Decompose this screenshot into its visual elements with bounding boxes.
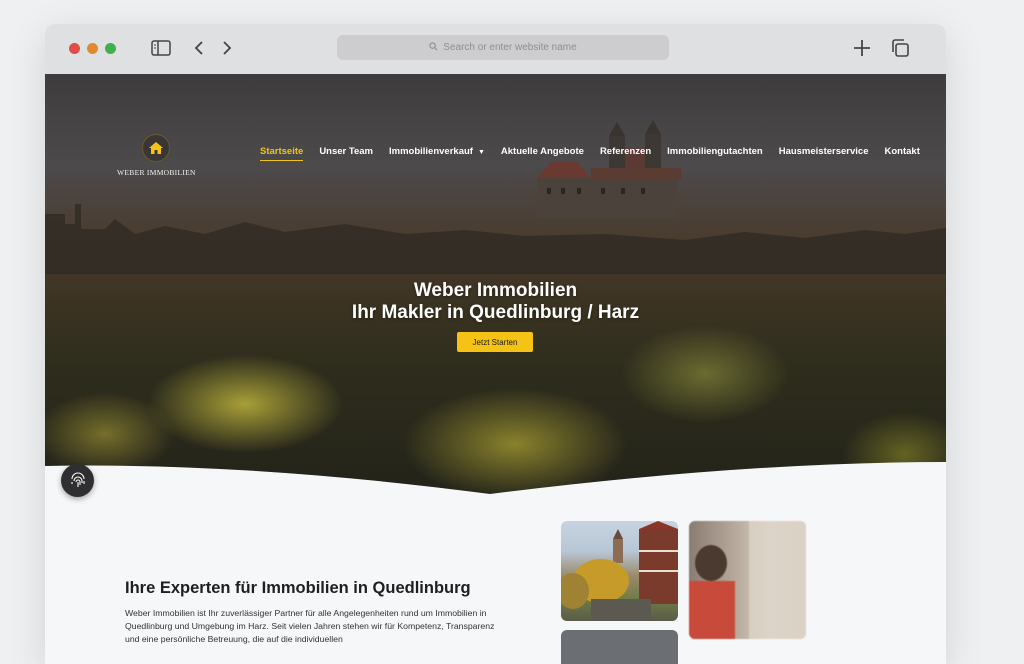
search-icon <box>429 41 438 54</box>
browser-toolbar: Search or enter website name <box>45 24 946 75</box>
minimize-window-button[interactable] <box>87 43 98 54</box>
nav-item-hausmeisterservice[interactable]: Hausmeisterservice <box>779 146 869 161</box>
maximize-window-button[interactable] <box>105 43 116 54</box>
address-bar[interactable]: Search or enter website name <box>337 35 669 60</box>
tabs-icon[interactable] <box>891 39 909 62</box>
castle-silhouette <box>537 120 681 218</box>
close-window-button[interactable] <box>69 43 80 54</box>
nav-item-referenzen[interactable]: Referenzen <box>600 146 651 161</box>
nav-item-immobilienverkauf[interactable]: Immobilienverkauf ▼ <box>389 146 485 161</box>
sidebar-icon[interactable] <box>151 40 171 61</box>
third-photo <box>561 630 678 664</box>
logo-text: WEBER IMMOBILIEN <box>117 168 196 177</box>
house-icon <box>142 134 170 162</box>
browser-window: Search or enter website name WEBER IMMOB… <box>45 24 946 664</box>
skyline-silhouette <box>45 204 946 274</box>
town-illustration <box>561 521 678 621</box>
hero-title: Weber Immobilien Ihr Makler in Quedlinbu… <box>45 280 946 324</box>
nav-item-unser-team[interactable]: Unser Team <box>319 146 373 161</box>
hero-title-line2: Ihr Makler in Quedlinburg / Harz <box>351 302 640 323</box>
new-tab-icon[interactable] <box>853 39 871 62</box>
section-heading: Ihre Experten für Immobilien in Quedlinb… <box>125 579 471 597</box>
quedlinburg-photo <box>561 521 678 621</box>
fingerprint-icon[interactable] <box>61 464 94 497</box>
nav-item-kontakt[interactable]: Kontakt <box>885 146 920 161</box>
nav-item-label: Immobilienverkauf <box>389 146 473 157</box>
person-illustration <box>689 521 806 639</box>
site-logo[interactable]: WEBER IMMOBILIEN <box>117 134 195 177</box>
hero-section: WEBER IMMOBILIEN Startseite Unser Team I… <box>45 74 946 494</box>
nav-item-startseite[interactable]: Startseite <box>260 146 304 161</box>
back-icon[interactable] <box>193 40 205 61</box>
caret-down-icon: ▼ <box>477 149 485 156</box>
agent-photo <box>689 521 806 639</box>
hero-title-line1: Weber Immobilien <box>413 280 578 301</box>
cta-button[interactable]: Jetzt Starten <box>457 332 533 352</box>
hero-bottom-wave <box>45 462 946 502</box>
forward-icon[interactable] <box>221 40 233 61</box>
nav-item-immobiliengutachten[interactable]: Immobiliengutachten <box>667 146 763 161</box>
nav-item-aktuelle-angebote[interactable]: Aktuelle Angebote <box>501 146 584 161</box>
section-paragraph: Weber Immobilien ist Ihr zuverlässiger P… <box>125 608 495 644</box>
main-navigation: Startseite Unser Team Immobilienverkauf ▼… <box>260 146 920 161</box>
address-placeholder: Search or enter website name <box>443 42 577 53</box>
